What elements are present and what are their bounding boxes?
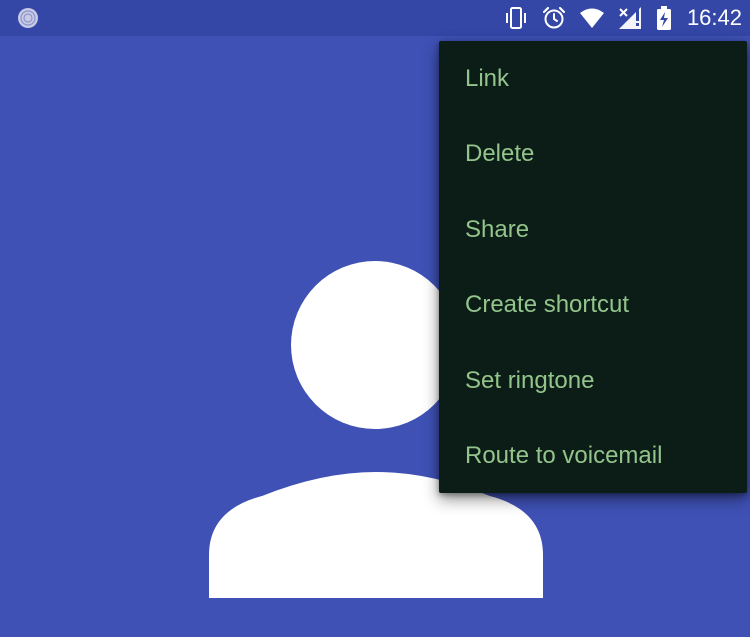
menu-item-route-to-voicemail[interactable]: Route to voicemail	[439, 418, 747, 493]
menu-item-create-shortcut[interactable]: Create shortcut	[439, 267, 747, 342]
status-bar: 16:42	[0, 0, 750, 36]
status-time: 16:42	[686, 5, 742, 30]
status-icons: 16:42	[503, 0, 742, 36]
menu-item-set-ringtone[interactable]: Set ringtone	[439, 343, 747, 418]
overflow-menu: Link Delete Share Create shortcut Set ri…	[439, 41, 747, 493]
menu-item-link[interactable]: Link	[439, 41, 747, 116]
battery-charging-icon	[655, 5, 673, 31]
menu-item-share[interactable]: Share	[439, 192, 747, 267]
signal-no-data-icon	[617, 5, 643, 31]
wifi-icon	[579, 5, 605, 31]
menu-item-delete[interactable]: Delete	[439, 116, 747, 191]
vibrate-icon	[503, 5, 529, 31]
fingerprint-notification-icon	[17, 7, 39, 29]
alarm-icon	[541, 5, 567, 31]
